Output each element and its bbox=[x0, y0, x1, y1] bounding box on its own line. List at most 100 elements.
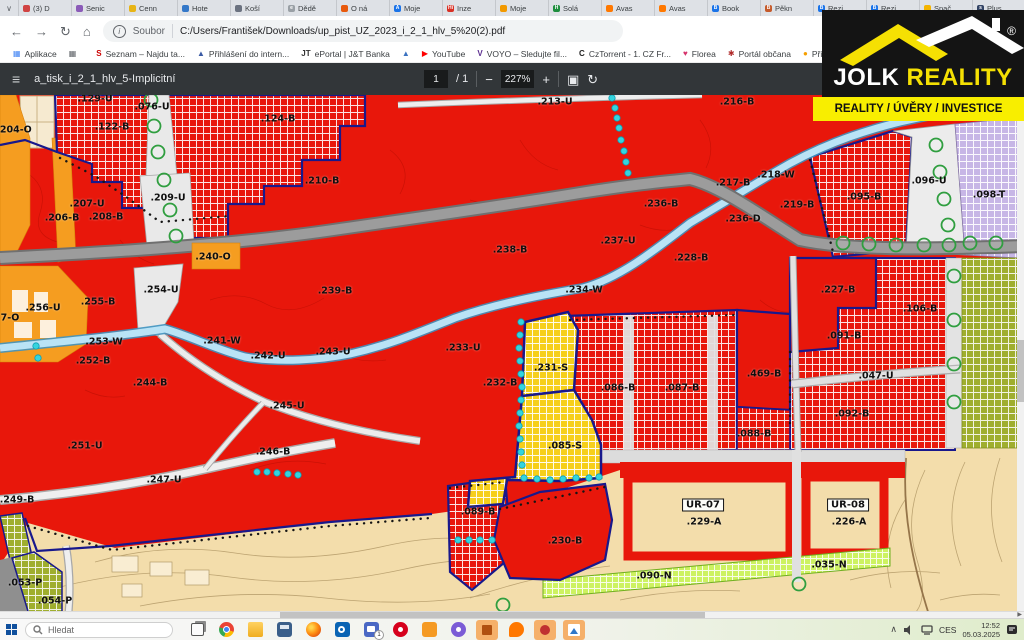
zoning-map-viewport[interactable]: .129-U.076-U.122-B.124-B.204-O.210-B.213… bbox=[0, 95, 1024, 618]
forward-icon[interactable]: → bbox=[35, 25, 48, 38]
taskbar-app-firefox[interactable] bbox=[302, 620, 324, 640]
tab-favicon bbox=[23, 5, 30, 12]
tab-favicon bbox=[606, 5, 613, 12]
browser-tab[interactable]: Avas bbox=[602, 0, 655, 16]
taskbar-app-taskview[interactable] bbox=[186, 620, 208, 640]
taskbar-app-calc[interactable] bbox=[273, 620, 295, 640]
info-icon[interactable]: i bbox=[113, 25, 126, 38]
bookmark-favicon: ▦ bbox=[69, 50, 77, 58]
map-horizontal-scrollbar[interactable]: ▶ bbox=[0, 611, 1024, 618]
bookmark-item[interactable]: SSeznam – Najdu ta... bbox=[91, 49, 190, 59]
network-icon[interactable] bbox=[921, 625, 933, 635]
browser-tab[interactable]: Moje bbox=[496, 0, 549, 16]
browser-tab[interactable]: Hote bbox=[178, 0, 231, 16]
browser-tab[interactable]: HiInze bbox=[443, 0, 496, 16]
browser-tab[interactable]: (3) D bbox=[19, 0, 72, 16]
explorer-icon bbox=[248, 622, 263, 637]
logo-tagline-strip: REALITY / ÚVĚRY / INVESTICE bbox=[813, 97, 1024, 121]
taskbar-app-tile[interactable] bbox=[476, 620, 498, 640]
tab-label: Moje bbox=[510, 4, 526, 13]
bookmark-item[interactable]: VVOYO – Sledujte fil... bbox=[472, 49, 572, 59]
desktop-screen: ∨ (3) DSenicCennHoteKošíeDěděO náAMojeHi… bbox=[0, 0, 1024, 640]
tab-label: Solá bbox=[563, 4, 578, 13]
taskbar-app-chrome[interactable] bbox=[215, 620, 237, 640]
browser-tab[interactable]: HSolá bbox=[549, 0, 602, 16]
tab-label: Inze bbox=[457, 4, 471, 13]
reload-icon[interactable]: ↻ bbox=[60, 25, 71, 38]
taskbar-app-teams[interactable]: 1 bbox=[360, 620, 382, 640]
taskbar-app-explorer[interactable] bbox=[244, 620, 266, 640]
pdf-menu-icon[interactable]: ≡ bbox=[12, 71, 20, 87]
vscroll-thumb[interactable] bbox=[1017, 340, 1024, 402]
zoom-out-button[interactable]: − bbox=[485, 73, 493, 86]
start-button[interactable] bbox=[6, 624, 18, 636]
browser-tab[interactable]: BBook bbox=[708, 0, 761, 16]
bookmark-favicon: ▦ bbox=[13, 50, 21, 58]
bookmark-item[interactable]: C CzTorrent - 1. CZ Fr... bbox=[574, 49, 676, 59]
tile-icon bbox=[482, 625, 492, 635]
bookmark-label: CzTorrent - 1. CZ Fr... bbox=[589, 49, 671, 59]
speaker-icon[interactable] bbox=[903, 625, 915, 635]
bookmark-item[interactable]: ▶YouTube bbox=[417, 49, 471, 59]
taskbar-app-outlook[interactable] bbox=[331, 620, 353, 640]
zoom-in-button[interactable]: + bbox=[542, 73, 550, 86]
browser-tab[interactable]: Senic bbox=[72, 0, 125, 16]
taskbar-app-purple[interactable] bbox=[447, 620, 469, 640]
taskbar-app-avast[interactable] bbox=[505, 620, 527, 640]
browser-tab[interactable]: Avas bbox=[655, 0, 708, 16]
rotate-icon[interactable]: ↻ bbox=[587, 73, 598, 86]
fit-page-icon[interactable]: ▣ bbox=[567, 73, 579, 86]
zoning-map[interactable] bbox=[0, 95, 1024, 618]
tab-favicon bbox=[659, 5, 666, 12]
bookmark-item[interactable]: ▦ bbox=[64, 50, 82, 58]
bookmark-item[interactable]: ♥Florea bbox=[678, 49, 721, 59]
taskbar-search-input[interactable]: Hledat bbox=[25, 622, 173, 638]
tab-search-chevron-icon[interactable]: ∨ bbox=[0, 0, 19, 16]
bookmark-label: VOYO – Sledujte fil... bbox=[487, 49, 567, 59]
browser-tab[interactable]: Cenn bbox=[125, 0, 178, 16]
tab-label: Moje bbox=[404, 4, 420, 13]
page-number-input[interactable]: 1 bbox=[424, 70, 448, 88]
clock[interactable]: 12:52 05.03.2025 bbox=[962, 621, 1000, 639]
language-indicator[interactable]: CES bbox=[939, 625, 956, 635]
browser-tab[interactable]: eDědě bbox=[284, 0, 337, 16]
map-vertical-scrollbar[interactable] bbox=[1017, 95, 1024, 611]
back-icon[interactable]: ← bbox=[10, 25, 23, 38]
bookmark-favicon: JT bbox=[301, 50, 310, 58]
taskbar-app-tile2[interactable] bbox=[534, 620, 556, 640]
pdf-document-title: a_tisk_i_2_1_hlv_5-Implicitní bbox=[34, 73, 175, 85]
firefox-icon bbox=[306, 622, 321, 637]
file-chip: Soubor bbox=[133, 26, 165, 37]
notification-center-icon[interactable] bbox=[1006, 624, 1018, 635]
yellow-zone-231 bbox=[522, 312, 578, 396]
page-total-label: / 1 bbox=[456, 73, 468, 85]
bookmark-label: Seznam – Najdu ta... bbox=[106, 49, 185, 59]
bookmark-item[interactable]: ▦Aplikace bbox=[8, 49, 62, 59]
tab-label: Senic bbox=[86, 4, 105, 13]
bookmark-item[interactable]: ✱Portál občana bbox=[723, 49, 796, 59]
toolbar-divider bbox=[558, 71, 559, 87]
windows-taskbar: Hledat 1 ∧ CES 12:52 05.03.2025 bbox=[0, 618, 1024, 640]
zoom-level-input[interactable]: 227% bbox=[501, 70, 535, 88]
bookmark-item[interactable]: ▲Přihlášení do intern... bbox=[192, 49, 294, 59]
browser-tab[interactable]: BPěkn bbox=[761, 0, 814, 16]
url-omnibox[interactable]: i Soubor C:/Users/František/Downloads/up… bbox=[103, 20, 623, 42]
tab-favicon: Hi bbox=[447, 5, 454, 12]
bookmark-item[interactable]: JTePortal | J&T Banka bbox=[296, 49, 395, 59]
browser-tab[interactable]: O ná bbox=[337, 0, 390, 16]
bookmark-item[interactable]: ▲ bbox=[397, 50, 415, 58]
orange-zone-240 bbox=[192, 243, 240, 269]
bookmark-favicon: C bbox=[579, 50, 585, 58]
tab-label: Koší bbox=[245, 4, 260, 13]
taskbar-app-media[interactable] bbox=[389, 620, 411, 640]
tray-chevron-icon[interactable]: ∧ bbox=[890, 624, 897, 635]
browser-tab[interactable]: Koší bbox=[231, 0, 284, 16]
chrome-icon bbox=[219, 622, 234, 637]
tab-label: Avas bbox=[616, 4, 633, 13]
logo-reality: REALITY bbox=[907, 64, 1013, 91]
tab-favicon bbox=[76, 5, 83, 12]
taskbar-app-photos[interactable] bbox=[563, 620, 585, 640]
browser-tab[interactable]: AMoje bbox=[390, 0, 443, 16]
taskbar-app-orange[interactable] bbox=[418, 620, 440, 640]
home-icon[interactable]: ⌂ bbox=[83, 25, 91, 38]
